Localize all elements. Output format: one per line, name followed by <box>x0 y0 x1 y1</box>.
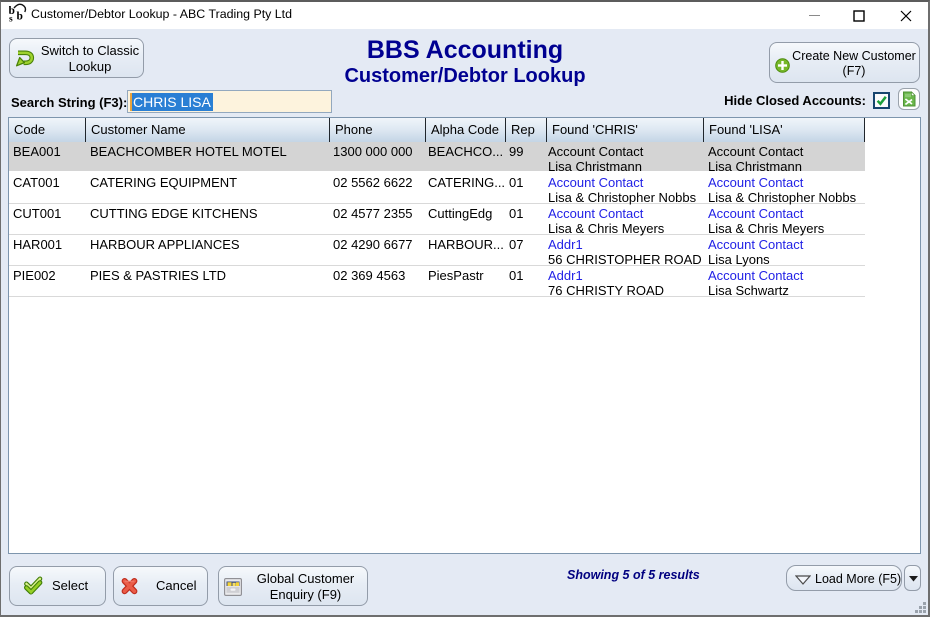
svg-text:s: s <box>9 15 13 23</box>
svg-text:b: b <box>17 11 23 23</box>
